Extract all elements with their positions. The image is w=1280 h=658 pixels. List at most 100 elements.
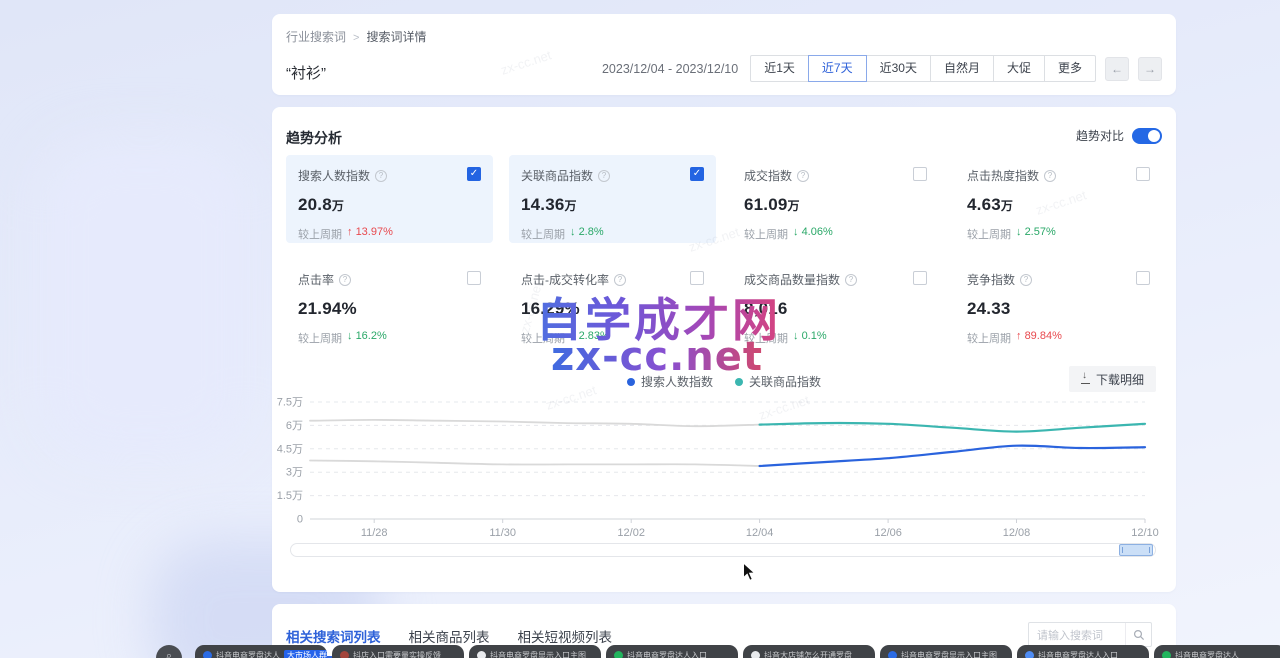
- svg-text:11/28: 11/28: [361, 527, 388, 539]
- section-title-trend: 趋势分析: [286, 128, 342, 148]
- info-icon[interactable]: ?: [797, 170, 809, 182]
- tab-related-search-words[interactable]: 相关搜索词列表: [286, 626, 381, 646]
- favicon-icon: [340, 651, 349, 658]
- download-label: 下载明细: [1096, 371, 1144, 388]
- svg-text:7.5万: 7.5万: [277, 397, 303, 409]
- search-input[interactable]: 请输入搜索词: [1029, 627, 1125, 643]
- metric-delta: 较上周期2.57%: [967, 226, 1150, 242]
- browser-tab-stub[interactable]: 抖音电商罗盘达人 大市场人群: [195, 645, 327, 658]
- mouse-cursor: [742, 562, 757, 588]
- filter-card: 行业搜索词 搜索词详情 “衬衫” 2023/12/04 - 2023/12/10…: [272, 14, 1176, 95]
- range-button-more[interactable]: 更多: [1044, 55, 1096, 82]
- favicon-icon: [477, 651, 486, 658]
- info-icon[interactable]: ?: [845, 274, 857, 286]
- info-icon[interactable]: ?: [1020, 274, 1032, 286]
- metric-checkbox[interactable]: [913, 271, 927, 285]
- browser-tab-stub[interactable]: 抖音电商罗盘显示入口主图: [880, 645, 1012, 658]
- range-button-1day[interactable]: 近1天: [750, 55, 809, 82]
- metric-checkbox[interactable]: [467, 271, 481, 285]
- svg-text:12/08: 12/08: [1003, 527, 1031, 539]
- taskbar: ⌕ 抖音电商罗盘达人 大市场人群 抖店入口需要量实操反馈 抖音电商罗盘显示入口主…: [0, 645, 1280, 658]
- next-period-button[interactable]: →: [1138, 57, 1162, 81]
- svg-text:1.5万: 1.5万: [277, 490, 303, 502]
- breadcrumb-separator: [353, 30, 359, 44]
- svg-text:11/30: 11/30: [489, 527, 516, 539]
- metric-label: 搜索人数指数: [298, 167, 370, 184]
- svg-text:0: 0: [297, 514, 303, 526]
- metric-delta: 较上周期4.06%: [744, 226, 927, 242]
- range-button-natural-month[interactable]: 自然月: [930, 55, 994, 82]
- chart-range-brush[interactable]: [290, 543, 1156, 557]
- browser-tab-stub[interactable]: 抖音大店铺怎么开通罗盘: [743, 645, 875, 658]
- metric-checkbox[interactable]: [1136, 271, 1150, 285]
- metric-checkbox[interactable]: ✓: [467, 167, 481, 181]
- range-button-7days[interactable]: 近7天: [808, 55, 867, 82]
- date-range-segmented-control: 近1天 近7天 近30天 自然月 大促 更多: [750, 55, 1096, 82]
- metric-label: 关联商品指数: [521, 167, 593, 184]
- metric-card-transaction-index[interactable]: 成交指数? 61.09万 较上周期4.06%: [732, 155, 939, 243]
- metric-label: 成交指数: [744, 167, 792, 184]
- browser-tab-stub[interactable]: 抖音电商罗盘达人入口: [1017, 645, 1149, 658]
- metric-card-click-rate[interactable]: 点击率? 21.94% 较上周期16.2%: [286, 259, 493, 347]
- metric-label: 竞争指数: [967, 271, 1015, 288]
- floating-search-widget[interactable]: ⌕: [156, 645, 182, 658]
- metric-label: 点击率: [298, 271, 334, 288]
- svg-text:12/06: 12/06: [874, 527, 902, 539]
- favicon-icon: [1162, 651, 1171, 658]
- tab-related-products[interactable]: 相关商品列表: [409, 626, 490, 646]
- search-icon[interactable]: [1125, 623, 1151, 646]
- trend-compare-control: 趋势对比: [1076, 127, 1162, 144]
- info-icon[interactable]: ?: [598, 170, 610, 182]
- metric-checkbox[interactable]: [913, 167, 927, 181]
- metric-value: 61.09万: [744, 195, 927, 215]
- range-button-promotion[interactable]: 大促: [993, 55, 1045, 82]
- trend-compare-toggle[interactable]: [1132, 128, 1162, 144]
- favicon-icon: [203, 651, 212, 658]
- metric-value: 24.33: [967, 299, 1150, 319]
- browser-tab-stub[interactable]: 抖音电商罗盘达人: [1154, 645, 1280, 658]
- trend-compare-label: 趋势对比: [1076, 127, 1124, 144]
- metric-checkbox[interactable]: ✓: [690, 167, 704, 181]
- metric-card-related-products[interactable]: 关联商品指数? ✓ 14.36万 较上周期2.8%: [509, 155, 716, 243]
- metric-value: 14.36万: [521, 195, 704, 215]
- download-detail-button[interactable]: 下载明细: [1069, 366, 1156, 392]
- metric-card-search-users[interactable]: 搜索人数指数? ✓ 20.8万 较上周期13.97%: [286, 155, 493, 243]
- metric-card-competition-index[interactable]: 竞争指数? 24.33 较上周期89.84%: [955, 259, 1162, 347]
- selected-text-highlight: 大市场人群: [284, 650, 327, 658]
- page-title-keyword: “衬衫”: [286, 62, 326, 83]
- keyword-search-box[interactable]: 请输入搜索词: [1028, 622, 1152, 647]
- svg-text:12/10: 12/10: [1131, 527, 1159, 539]
- browser-tab-stub[interactable]: 抖店入口需要量实操反馈: [332, 645, 464, 658]
- watermark-site: zx-cc.net: [551, 334, 763, 380]
- tab-related-short-videos[interactable]: 相关短视频列表: [518, 626, 613, 646]
- download-icon: [1081, 374, 1090, 384]
- background-blob: [40, 140, 250, 460]
- date-filter-bar: 2023/12/04 - 2023/12/10 近1天 近7天 近30天 自然月…: [602, 55, 1162, 82]
- prev-period-button[interactable]: ←: [1105, 57, 1129, 81]
- svg-text:6万: 6万: [286, 420, 303, 432]
- metric-value: 20.8万: [298, 195, 481, 215]
- metric-value: 21.94%: [298, 299, 481, 319]
- breadcrumb-search-word-detail: 搜索词详情: [366, 28, 426, 45]
- related-tabs: 相关搜索词列表 相关商品列表 相关短视频列表: [286, 626, 612, 646]
- metric-delta: 较上周期2.8%: [521, 226, 704, 242]
- favicon-icon: [614, 651, 623, 658]
- metric-checkbox[interactable]: [690, 271, 704, 285]
- date-range-text: 2023/12/04 - 2023/12/10: [602, 62, 738, 76]
- info-icon[interactable]: ?: [1044, 170, 1056, 182]
- info-icon[interactable]: ?: [375, 170, 387, 182]
- favicon-icon: [751, 651, 760, 658]
- browser-tab-stub[interactable]: 抖音电商罗盘显示入口主图: [469, 645, 601, 658]
- metric-delta: 较上周期13.97%: [298, 226, 481, 242]
- breadcrumb: 行业搜索词 搜索词详情: [286, 28, 426, 45]
- metric-delta: 较上周期89.84%: [967, 330, 1150, 346]
- info-icon[interactable]: ?: [339, 274, 351, 286]
- range-button-30days[interactable]: 近30天: [866, 55, 931, 82]
- brush-selection-handle[interactable]: [1119, 544, 1153, 556]
- browser-tab-stub[interactable]: 抖音电商罗盘达人入口: [606, 645, 738, 658]
- svg-text:4.5万: 4.5万: [277, 443, 303, 455]
- toggle-knob: [1148, 130, 1160, 142]
- metric-checkbox[interactable]: [1136, 167, 1150, 181]
- breadcrumb-industry-search-words[interactable]: 行业搜索词: [286, 28, 346, 45]
- metric-label: 点击热度指数: [967, 167, 1039, 184]
